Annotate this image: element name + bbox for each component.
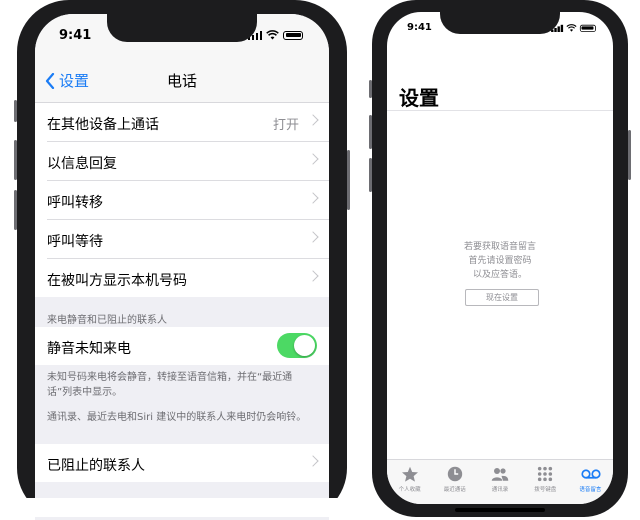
row-respond-with-text[interactable]: 以信息回复: [47, 142, 329, 181]
page-title: 设置: [399, 86, 439, 110]
star-icon: [401, 466, 419, 482]
keypad-icon: [536, 466, 554, 482]
notch: [440, 12, 560, 34]
tab-keypad[interactable]: 拨号键盘: [523, 460, 568, 504]
mute-switch: [369, 80, 372, 98]
tab-label: 语音留言: [579, 487, 602, 493]
tab-favorites[interactable]: 个人收藏: [387, 460, 432, 504]
status-time: 9:41: [59, 28, 92, 43]
contacts-icon: [491, 466, 509, 482]
message-line: 首先请设置密码: [468, 256, 532, 266]
tab-label: 最近通话: [443, 487, 466, 493]
status-time: 9:41: [407, 22, 432, 33]
status-icons: [550, 24, 595, 32]
left-phone: 9:41 设置 电话 在其他设备上通话 打开 以信息回复 呼叫转移 呼叫等待 在…: [14, 0, 350, 520]
voicemail-message: 若要获取语音留言 首先请设置密码 以及应答语。: [387, 240, 613, 282]
section-header: 来电静音和已阻止的联系人: [47, 315, 167, 326]
row-silence-unknown-callers: 静音未知来电: [47, 327, 329, 365]
battery-icon: [579, 24, 595, 32]
side-button: [347, 150, 350, 210]
row-show-caller-id[interactable]: 在被叫方显示本机号码: [47, 259, 329, 297]
call-settings-group: 在其他设备上通话 打开 以信息回复 呼叫转移 呼叫等待 在被叫方显示本机号码: [35, 103, 329, 297]
row-label: 在其他设备上通话: [47, 117, 159, 133]
message-line: 若要获取语音留言: [463, 242, 536, 252]
nav-bar: 设置 电话: [35, 58, 329, 103]
crop-mask: [0, 498, 362, 517]
tab-label: 个人收藏: [398, 487, 421, 493]
row-value: 打开: [272, 118, 299, 133]
tab-label: 通讯录: [491, 487, 509, 493]
volume-down-button: [14, 190, 17, 230]
chevron-right-icon: [307, 192, 319, 204]
side-button: [628, 130, 631, 180]
left-screen: 9:41 设置 电话 在其他设备上通话 打开 以信息回复 呼叫转移 呼叫等待 在…: [35, 14, 329, 520]
battery-icon: [283, 30, 303, 40]
wifi-icon: [565, 24, 576, 32]
tab-recents[interactable]: 最近通话: [432, 460, 477, 504]
chevron-right-icon: [307, 114, 319, 126]
tab-label: 拨号键盘: [534, 487, 557, 493]
clock-icon: [446, 466, 464, 482]
row-blocked-contacts[interactable]: 已阻止的联系人: [47, 444, 329, 482]
tab-contacts[interactable]: 通讯录: [477, 460, 522, 504]
volume-up-button: [14, 140, 17, 180]
chevron-right-icon: [307, 270, 319, 282]
blocked-group: 已阻止的联系人: [35, 444, 329, 482]
wifi-icon: [266, 30, 279, 40]
right-screen: 9:41 设置 若要获取语音留言 首先请设置密码 以及应答语。 现在设置 个人收…: [387, 12, 613, 504]
footer-note-1: 未知号码来电将会静音，转接至语音信箱，并在“最近通话”列表中显示。: [47, 372, 293, 398]
chevron-right-icon: [307, 231, 319, 243]
home-indicator: [455, 508, 545, 512]
volume-down-button: [369, 158, 372, 192]
row-label: 以信息回复: [47, 156, 117, 172]
row-call-forwarding[interactable]: 呼叫转移: [47, 181, 329, 220]
row-label: 静音未知来电: [47, 341, 131, 357]
message-line: 以及应答语。: [472, 270, 527, 280]
setup-now-button[interactable]: 现在设置: [465, 289, 539, 306]
row-call-waiting[interactable]: 呼叫等待: [47, 220, 329, 259]
footer-note-2: 通讯录、最近去电和Siri 建议中的联系人来电时仍会响铃。: [47, 412, 307, 423]
header-divider: [387, 110, 613, 111]
row-calls-on-other-devices[interactable]: 在其他设备上通话 打开: [47, 103, 329, 142]
row-label: 呼叫等待: [47, 234, 103, 250]
notch: [107, 14, 257, 42]
row-label: 呼叫转移: [47, 195, 103, 211]
voicemail-icon: [581, 466, 601, 482]
right-phone: 9:41 设置 若要获取语音留言 首先请设置密码 以及应答语。 现在设置 个人收…: [369, 0, 631, 517]
chevron-right-icon: [307, 455, 319, 467]
row-label: 在被叫方显示本机号码: [47, 273, 187, 289]
page-title: 电话: [166, 72, 197, 90]
silence-toggle[interactable]: [277, 333, 317, 358]
mute-switch: [14, 100, 17, 122]
tab-voicemail[interactable]: 语音留言: [568, 460, 613, 504]
volume-up-button: [369, 115, 372, 149]
tab-bar: 个人收藏 最近通话 通讯录 拨号键盘 语音留言: [387, 459, 613, 504]
chevron-right-icon: [307, 153, 319, 165]
status-icons: [247, 30, 303, 40]
silence-group: 静音未知来电: [35, 327, 329, 365]
row-label: 已阻止的联系人: [47, 458, 145, 474]
